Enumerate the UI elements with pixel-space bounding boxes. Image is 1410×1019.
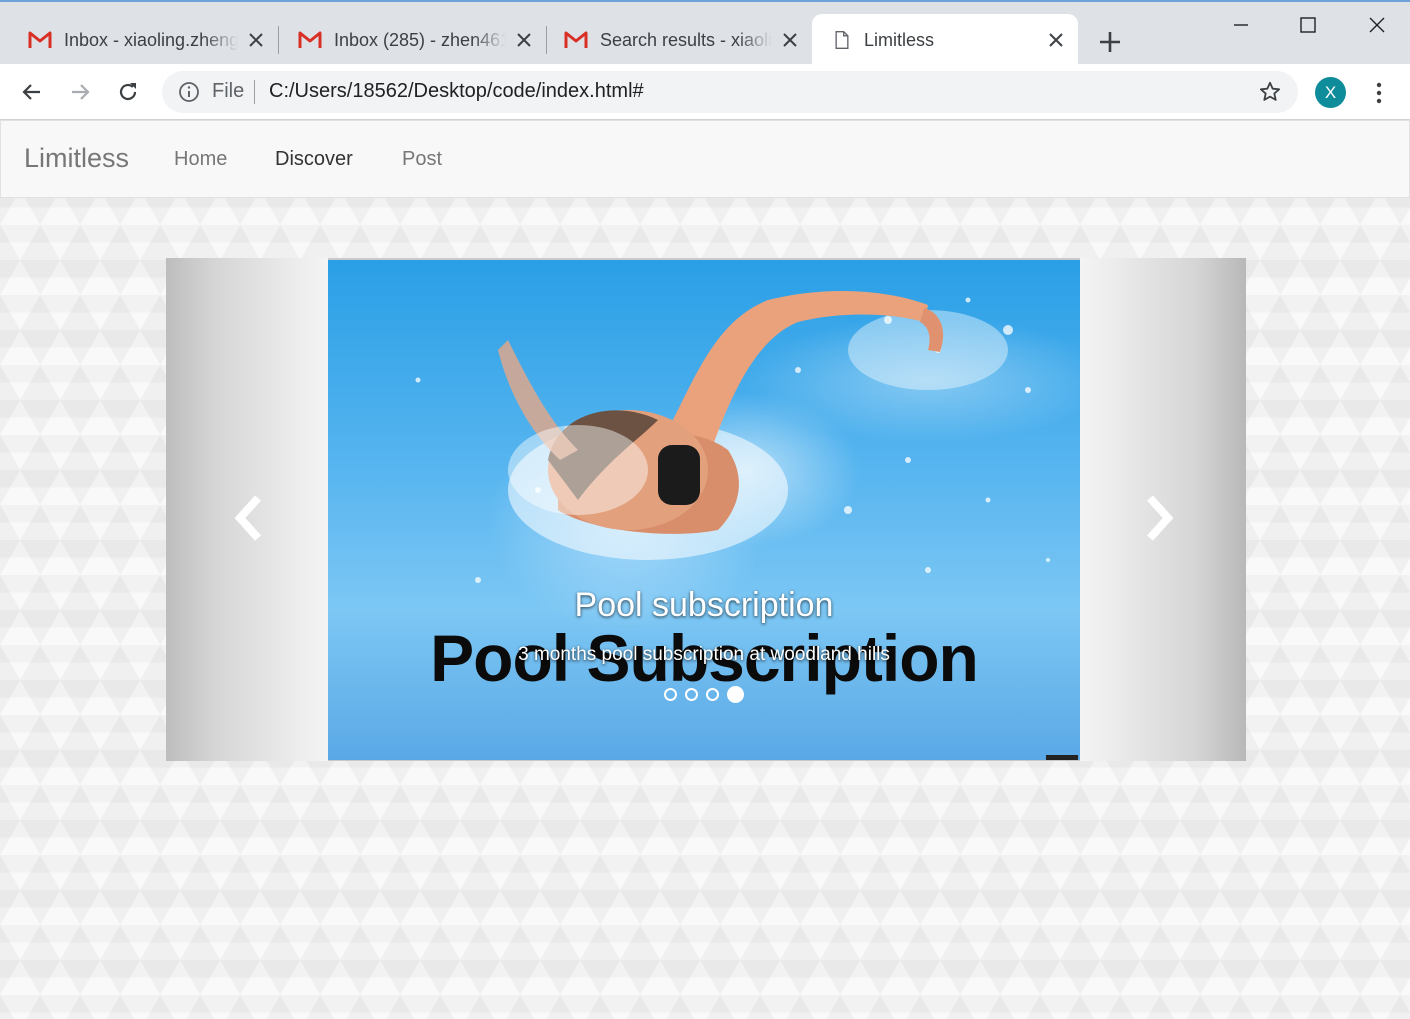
gmail-icon: [28, 31, 52, 48]
more-options-icon[interactable]: [1368, 80, 1390, 106]
maximize-icon: [1300, 17, 1316, 33]
carousel-slide: Pool Subscription Pool subscription 3 mo…: [328, 260, 1080, 760]
maximize-button[interactable]: [1288, 10, 1328, 40]
site-brand[interactable]: Limitless: [24, 143, 129, 174]
close-tab-icon[interactable]: [1046, 30, 1066, 50]
close-tab-icon[interactable]: [246, 30, 266, 50]
carousel-prev-chevron-icon[interactable]: [232, 494, 266, 542]
tab-title: Search results - xiaoling: [600, 29, 772, 50]
minimize-icon: [1234, 24, 1248, 26]
scheme-label: File: [212, 80, 245, 102]
photo-watermark: [1046, 755, 1078, 760]
close-tab-icon[interactable]: [780, 30, 800, 50]
info-icon[interactable]: [178, 81, 200, 103]
address-bar[interactable]: File C:/Users/18562/Desktop/code/index.h…: [162, 71, 1298, 113]
close-window-icon: [1369, 17, 1385, 33]
close-window-button[interactable]: [1357, 10, 1397, 40]
tab-inbox-2[interactable]: Inbox (285) - zhen461: [270, 14, 546, 66]
new-tab-plus-icon[interactable]: [1096, 28, 1124, 56]
omnibox-divider: [254, 80, 255, 104]
arrow-left-icon: [22, 84, 40, 100]
bookmark-star-icon[interactable]: [1258, 80, 1282, 104]
tab-search-results[interactable]: Search results - xiaoling: [536, 14, 812, 66]
site-navbar: Limitless Home Discover Post: [0, 120, 1410, 198]
back-button[interactable]: [18, 78, 46, 106]
gmail-icon: [564, 31, 588, 48]
tab-title: Inbox (285) - zhen461: [334, 29, 506, 50]
minimize-button[interactable]: [1221, 10, 1261, 40]
image-carousel: Pool Subscription Pool subscription 3 mo…: [166, 258, 1246, 761]
reload-button[interactable]: [114, 78, 142, 106]
carousel-indicator-active[interactable]: [727, 686, 744, 703]
tab-strip: Inbox - xiaoling.zheng Inbox (285) - zhe…: [0, 0, 1410, 66]
arrow-right-icon: [72, 84, 90, 100]
tab-title: Inbox - xiaoling.zheng: [64, 29, 238, 50]
carousel-indicator[interactable]: [664, 688, 677, 701]
url-text[interactable]: C:/Users/18562/Desktop/code/index.html#: [269, 80, 644, 103]
reload-icon: [119, 83, 137, 101]
tab-inbox-1[interactable]: Inbox - xiaoling.zheng: [0, 14, 278, 66]
browser-toolbar: File C:/Users/18562/Desktop/code/index.h…: [0, 64, 1410, 120]
carousel-indicator[interactable]: [685, 688, 698, 701]
carousel-caption-text: 3 months pool subscription at woodland h…: [518, 644, 890, 665]
tab-title: Limitless: [864, 29, 935, 50]
carousel-indicators: [328, 686, 1080, 703]
gmail-icon: [298, 31, 322, 48]
carousel-indicator[interactable]: [706, 688, 719, 701]
carousel-next-chevron-icon[interactable]: [1142, 494, 1176, 542]
close-tab-icon[interactable]: [514, 30, 534, 50]
nav-home[interactable]: Home: [174, 148, 227, 171]
carousel-caption-title: Pool subscription: [574, 586, 834, 624]
forward-button[interactable]: [66, 78, 94, 106]
nav-discover[interactable]: Discover: [275, 148, 353, 171]
page-icon: [835, 31, 849, 49]
profile-avatar[interactable]: X: [1315, 77, 1346, 108]
page-viewport: Limitless Home Discover Post Pool Subscr…: [0, 120, 1410, 1019]
nav-post[interactable]: Post: [402, 148, 442, 171]
tab-limitless[interactable]: Limitless: [812, 14, 1078, 66]
